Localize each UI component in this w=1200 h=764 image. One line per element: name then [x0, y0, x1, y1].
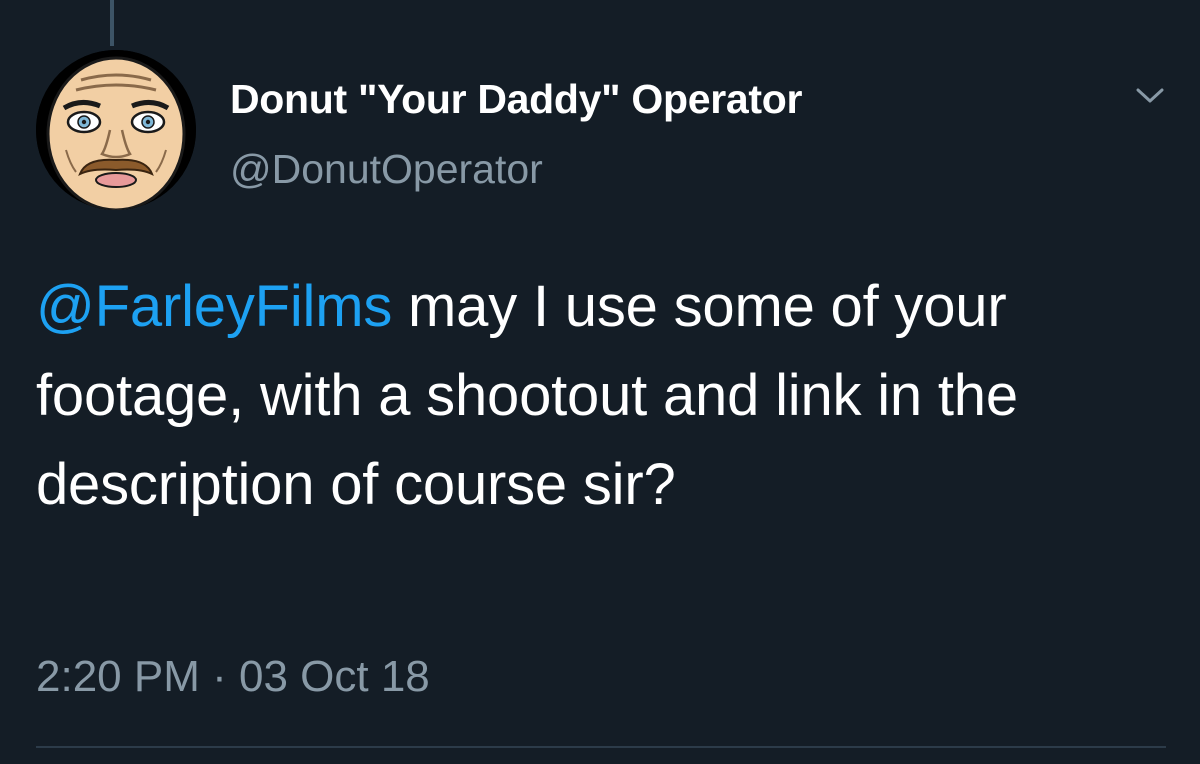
thread-connector-line	[110, 0, 114, 46]
author-display-name[interactable]: Donut "Your Daddy" Operator	[230, 76, 802, 123]
timestamp-date: 03 Oct 18	[238, 652, 430, 701]
tweet-body: @FarleyFilms may I use some of your foot…	[36, 262, 1166, 529]
chevron-down-icon[interactable]	[1130, 80, 1170, 110]
avatar[interactable]	[36, 50, 196, 210]
cartoon-face-avatar-icon	[36, 50, 196, 210]
timestamp-separator: ·	[199, 652, 239, 701]
author-handle[interactable]: @DonutOperator	[230, 146, 543, 193]
timestamp-time: 2:20 PM	[36, 652, 200, 701]
tweet-card[interactable]: Donut "Your Daddy" Operator @DonutOperat…	[0, 0, 1200, 764]
tweet-timestamp[interactable]: 2:20 PM · 03 Oct 18	[36, 652, 430, 702]
mention-link[interactable]: @FarleyFilms	[36, 274, 392, 339]
divider	[36, 746, 1166, 748]
